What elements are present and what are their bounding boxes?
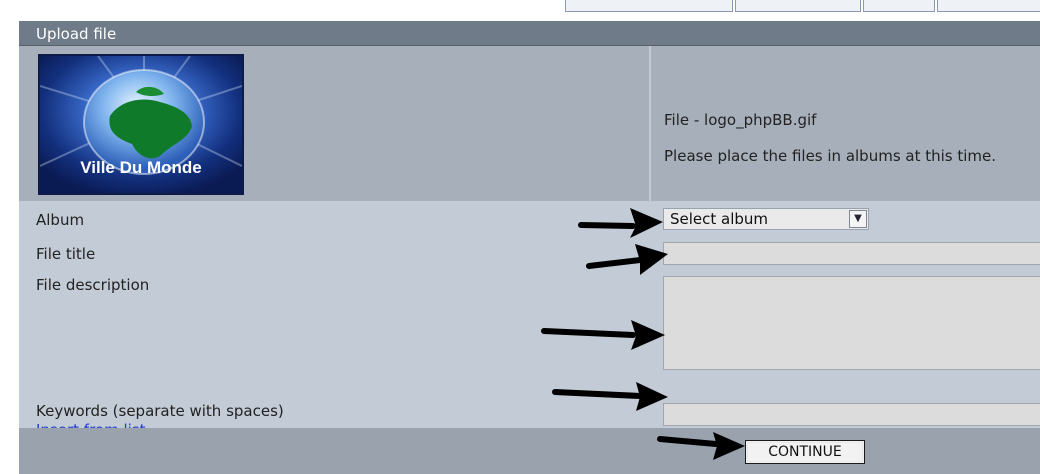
- album-select-value: Select album: [670, 210, 769, 228]
- top-nav-tab[interactable]: [735, 0, 861, 12]
- chevron-down-icon[interactable]: ▼: [849, 210, 867, 228]
- top-nav-tab[interactable]: [863, 0, 935, 12]
- notice-text: Please place the files in albums at this…: [664, 147, 997, 165]
- top-nav-tab[interactable]: [937, 0, 1040, 12]
- album-label: Album: [36, 211, 85, 229]
- file-title-input[interactable]: [663, 242, 1040, 265]
- panel-header: Upload file: [19, 21, 1040, 46]
- file-title-label: File title: [36, 245, 96, 263]
- file-description-textarea[interactable]: [663, 276, 1040, 370]
- file-info-cell: File - logo_phpBB.gif Please place the f…: [650, 46, 1040, 201]
- keywords-label: Keywords (separate with spaces): [36, 402, 284, 420]
- keywords-input[interactable]: [663, 403, 1040, 426]
- file-description-label: File description: [36, 276, 150, 294]
- form-footer: CONTINUE: [19, 428, 1040, 474]
- top-nav-tab[interactable]: [565, 0, 733, 12]
- page-title: Upload file: [36, 25, 117, 43]
- file-name-text: File - logo_phpBB.gif: [664, 111, 817, 129]
- thumbnail-image: Ville Du Monde: [38, 54, 244, 195]
- upload-panel: Upload file Ville Du Monde File - logo_p…: [19, 21, 1040, 474]
- thumbnail-caption: Ville Du Monde: [80, 158, 202, 177]
- upload-form: Album Select album ▼ File title File des…: [19, 201, 1040, 439]
- album-select[interactable]: Select album ▼: [663, 208, 869, 230]
- continue-button[interactable]: CONTINUE: [745, 440, 865, 464]
- thumbnail-cell: Ville Du Monde: [19, 46, 649, 201]
- top-nav-tabs: [565, 0, 1040, 14]
